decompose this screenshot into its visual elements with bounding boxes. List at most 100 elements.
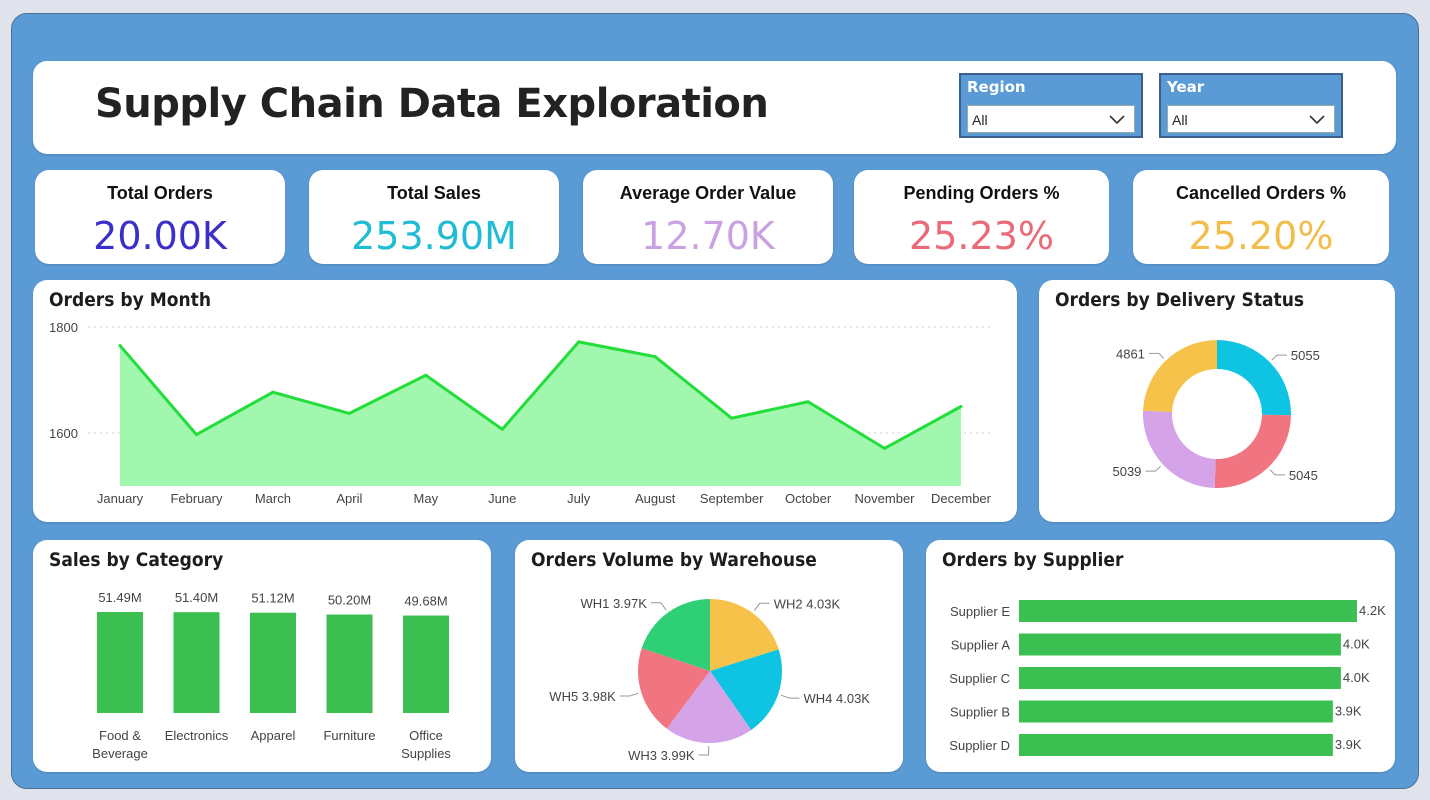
data-point [730, 416, 734, 420]
x-tick-label: Food & [99, 728, 141, 743]
y-tick-label: 1600 [49, 426, 78, 441]
kpi-value: 12.70K [641, 214, 775, 258]
leader-line [780, 694, 800, 699]
x-tick-label: April [336, 491, 362, 506]
x-tick-label: November [855, 491, 916, 506]
orders-by-month-card: Orders by Month 1600 1800 January February M… [33, 280, 1017, 522]
x-tick-label: August [635, 491, 676, 506]
pie-slice [1143, 340, 1217, 413]
y-tick-label: Supplier B [950, 705, 1010, 720]
year-filter-label: Year [1167, 78, 1205, 96]
chevron-down-icon[interactable] [1308, 110, 1326, 128]
data-point [959, 405, 963, 408]
data-point [653, 355, 657, 359]
x-tick-label: Supplies [401, 746, 451, 761]
data-label: 51.40M [175, 590, 218, 605]
x-tick-label: January [97, 491, 144, 506]
x-tick-label: May [414, 491, 439, 506]
kpi-value: 20.00K [93, 214, 227, 258]
data-point [500, 427, 504, 431]
data-label: 50.20M [328, 593, 371, 608]
data-label: 4.0K [1343, 637, 1370, 652]
y-tick-label: Supplier C [949, 671, 1010, 686]
data-point [883, 446, 887, 450]
slice-label: WH1 3.97K [580, 596, 647, 611]
x-tick-label: December [931, 491, 992, 506]
x-tick-label: Office [409, 728, 443, 743]
y-tick-label: Supplier D [949, 738, 1010, 753]
warehouse-card: Orders Volume by Warehouse WH2 4.03K WH4 … [515, 540, 903, 772]
kpi-value: 25.20% [1188, 214, 1334, 258]
slice-label: 5039 [1112, 464, 1141, 479]
slice-label: WH3 3.99K [628, 748, 695, 763]
y-tick-label: 1800 [49, 320, 78, 335]
pie-slice [1214, 414, 1291, 488]
leader-line [1148, 352, 1165, 359]
data-point [194, 433, 198, 437]
data-point [806, 400, 810, 404]
slice-label: 5055 [1291, 348, 1320, 363]
region-value: All [972, 112, 988, 128]
region-filter[interactable]: Region All [959, 73, 1143, 138]
slice-label: 5045 [1289, 468, 1318, 483]
kpi-value: 25.23% [909, 214, 1054, 258]
data-label: 51.49M [98, 590, 141, 605]
header-card: Supply Chain Data Exploration Region All… [33, 61, 1396, 154]
x-tick-label: October [785, 491, 832, 506]
region-dropdown[interactable]: All [967, 105, 1135, 133]
pie-slice [1143, 410, 1216, 488]
year-filter[interactable]: Year All [1159, 73, 1343, 138]
y-tick-label: Supplier E [950, 604, 1010, 619]
leader-line [1145, 465, 1161, 472]
x-tick-label: February [170, 491, 223, 506]
leader-line [1269, 469, 1285, 476]
x-tick-label: Beverage [92, 746, 148, 761]
bar [1019, 700, 1333, 723]
bar [173, 612, 220, 713]
area-fill [120, 341, 961, 486]
bar [1019, 734, 1333, 756]
data-label: 4.2K [1359, 603, 1386, 618]
leader-line [753, 602, 770, 611]
orders-by-month-chart: 1600 1800 January February March April May June… [49, 320, 993, 506]
warehouse-chart: WH2 4.03K WH4 4.03K WH3 3.99K WH5 3.98K WH1 … [549, 596, 870, 763]
data-label: 51.12M [251, 591, 294, 606]
x-tick-label: Apparel [251, 728, 296, 743]
kpi-total-orders: Total Orders 20.00K [35, 170, 285, 264]
slice-label: 4861 [1116, 346, 1145, 361]
sales-by-category-chart: 51.49M Food & Beverage 51.40M Electronics 51.… [92, 590, 451, 761]
data-point [347, 411, 351, 415]
bar [1019, 667, 1341, 689]
data-label: 3.9K [1335, 704, 1362, 719]
page-title: Supply Chain Data Exploration [95, 81, 769, 127]
year-value: All [1172, 112, 1188, 128]
region-filter-label: Region [967, 78, 1026, 96]
bar [250, 612, 296, 713]
leader-line [619, 692, 639, 697]
bar [97, 612, 143, 713]
x-tick-label: September [700, 491, 764, 506]
kpi-total-sales: Total Sales 253.90M [309, 170, 559, 264]
kpi-label: Total Sales [387, 183, 481, 203]
data-point [577, 340, 581, 344]
year-dropdown[interactable]: All [1167, 105, 1335, 133]
leader-line [698, 745, 710, 756]
kpi-label: Pending Orders % [903, 183, 1060, 203]
sales-by-category-card: Sales by Category 51.49M Food & Beverage 51… [33, 540, 491, 772]
data-label: 3.9K [1335, 737, 1362, 752]
bar [1019, 633, 1341, 656]
slice-label: WH2 4.03K [774, 596, 841, 611]
data-point [424, 373, 428, 377]
kpi-average-order-value: Average Order Value 12.70K [583, 170, 833, 264]
supplier-card: Orders by Supplier Supplier E 4.2K Supplie… [926, 540, 1395, 772]
kpi-label: Cancelled Orders % [1175, 183, 1347, 203]
data-label: 49.68M [404, 594, 447, 609]
chevron-down-icon[interactable] [1108, 110, 1126, 128]
x-tick-label: Furniture [323, 728, 375, 743]
supplier-chart: Supplier E 4.2K Supplier A 4.0K Supplier C 4.… [949, 600, 1386, 756]
data-point [271, 390, 275, 394]
data-label: 4.0K [1343, 670, 1370, 685]
kpi-pending-orders: Pending Orders % 25.23% [854, 170, 1109, 264]
leader-line [1271, 354, 1287, 361]
x-tick-label: June [488, 491, 516, 506]
